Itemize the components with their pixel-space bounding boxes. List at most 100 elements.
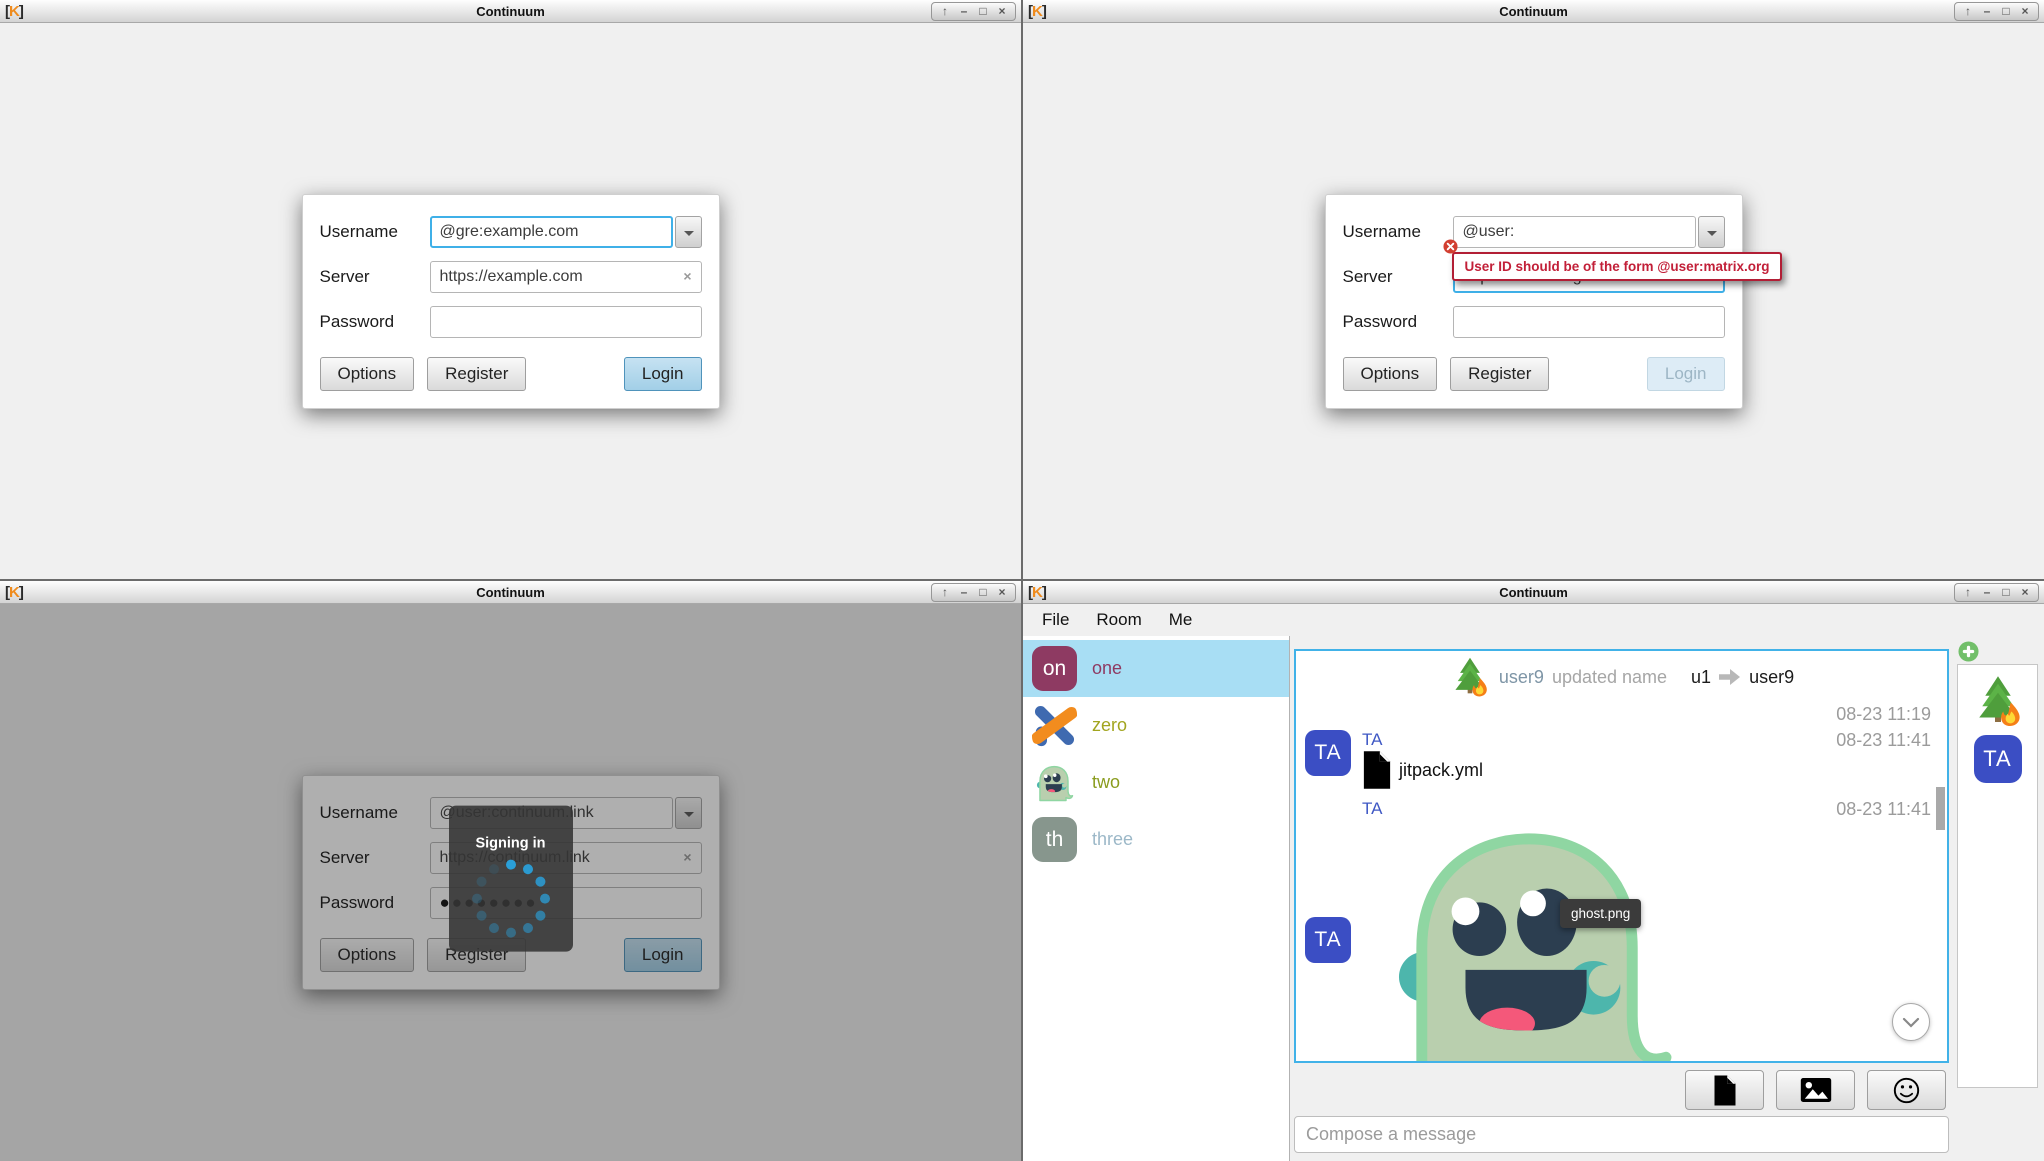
username-input[interactable] [430,216,673,248]
scroll-to-bottom-button[interactable] [1892,1003,1930,1041]
menu-bar: File Room Me [1023,604,2044,636]
maximize-button[interactable]: □ [1998,584,2014,601]
register-button[interactable]: Register [427,357,526,391]
password-label: Password [1343,312,1453,332]
password-input[interactable] [1453,306,1725,338]
titlebar[interactable]: [K] Continuum ↑ – □ × [1023,0,2044,23]
invite-member-button[interactable] [1958,641,1979,662]
clear-server-icon[interactable]: × [683,268,691,284]
menu-room[interactable]: Room [1096,610,1141,630]
close-button[interactable]: × [2017,584,2033,601]
options-button[interactable]: Options [1343,357,1438,391]
message-image: TA TA ghost.png 08-23 11:41 [1296,799,1947,1063]
message-timestamp: 08-23 11:41 [1836,799,1935,820]
close-button[interactable]: × [994,3,1010,20]
maximize-button[interactable]: □ [975,584,991,601]
member-avatar-tree-fire-icon[interactable] [1971,674,2025,728]
message-sender: TA [1362,799,1836,819]
image-icon [1800,1077,1832,1103]
file-name: jitpack.yml [1399,760,1483,781]
room-avatar-ghost-icon [1032,760,1077,805]
login-body: Username Server × Password [0,604,1021,1161]
menu-me[interactable]: Me [1169,610,1193,630]
maximize-button[interactable]: □ [975,3,991,20]
file-attachment[interactable]: jitpack.yml [1362,751,1836,789]
window-title: Continuum [1023,585,2044,600]
error-tooltip: User ID should be of the form @user:matr… [1452,252,1783,281]
titlebar[interactable]: [K] Continuum ↑ – □ × [0,581,1021,604]
plus-icon [1958,641,1979,662]
event-action: updated name [1552,667,1667,688]
shade-button[interactable]: ↑ [937,584,953,601]
room-item-zero[interactable]: zero [1023,697,1289,754]
image-tooltip: ghost.png [1560,899,1641,928]
titlebar[interactable]: [K] Continuum ↑ – □ × [1023,581,2044,604]
server-input[interactable] [430,261,702,293]
room-list: on one zero two th three [1023,636,1290,1161]
window-controls: ↑ – □ × [1954,2,2039,21]
window-title: Continuum [0,4,1021,19]
password-label: Password [320,312,430,332]
username-input[interactable] [1453,216,1696,248]
send-file-button[interactable] [1685,1070,1764,1110]
room-label: one [1092,658,1122,679]
member-panel: TA [1954,636,2044,1161]
chat-column: user9 updated name u1 user9 08-23 11:19 … [1290,636,1954,1161]
chevron-down-icon [1902,1017,1920,1028]
attachment-toolbar [1294,1063,1949,1116]
event-new-name: user9 [1749,667,1794,688]
window-title: Continuum [0,585,1021,600]
window-controls: ↑ – □ × [931,583,1016,602]
room-avatar: th [1032,817,1077,862]
app-icon: [K] [1028,3,1046,20]
avatar[interactable]: TA [1305,730,1351,776]
member-avatar[interactable]: TA [1974,735,2022,783]
password-input[interactable] [430,306,702,338]
room-item-three[interactable]: th three [1023,811,1289,868]
room-label: three [1092,829,1133,850]
window-login-error: [K] Continuum ↑ – □ × Username Serve [1023,0,2044,579]
chat-timeline: user9 updated name u1 user9 08-23 11:19 … [1294,649,1949,1063]
shade-button[interactable]: ↑ [937,3,953,20]
menu-file[interactable]: File [1042,610,1069,630]
room-item-one[interactable]: on one [1023,640,1289,697]
avatar[interactable]: TA [1305,917,1351,963]
minimize-button[interactable]: – [956,3,972,20]
login-body: Username Server Password [1023,23,2044,579]
maximize-button[interactable]: □ [1998,3,2014,20]
name-change-event: user9 updated name u1 user9 [1296,651,1947,698]
register-button[interactable]: Register [1450,357,1549,391]
room-label: zero [1092,715,1127,736]
options-button[interactable]: Options [320,357,415,391]
emoji-button[interactable] [1867,1070,1946,1110]
shade-button[interactable]: ↑ [1960,584,1976,601]
username-dropdown-button[interactable] [1698,216,1725,248]
window-title: Continuum [1023,4,2044,19]
desktop: [K] Continuum ↑ – □ × Username Serve [0,0,2044,1161]
send-image-button[interactable] [1776,1070,1855,1110]
window-controls: ↑ – □ × [931,2,1016,21]
message-sender: TA [1362,730,1836,750]
tree-fire-avatar-icon [1449,656,1491,698]
chat-scrollbar-thumb[interactable] [1936,787,1945,830]
ghost-image[interactable] [1362,823,1700,1063]
username-dropdown-button[interactable] [675,216,702,248]
room-avatar: on [1032,646,1077,691]
image-attachment[interactable]: ghost.png [1362,823,1700,1063]
titlebar[interactable]: [K] Continuum ↑ – □ × [0,0,1021,23]
event-user: user9 [1499,667,1544,688]
username-label: Username [320,222,430,242]
shade-button[interactable]: ↑ [1960,3,1976,20]
close-button[interactable]: × [994,584,1010,601]
close-button[interactable]: × [2017,3,2033,20]
server-label: Server [1343,267,1453,287]
minimize-button[interactable]: – [1979,3,1995,20]
minimize-button[interactable]: – [1979,584,1995,601]
compose-input[interactable] [1294,1116,1949,1153]
room-item-two[interactable]: two [1023,754,1289,811]
minimize-button[interactable]: – [956,584,972,601]
app-icon: [K] [5,3,23,20]
room-avatar-k-logo-icon [1032,703,1077,748]
message-timestamp: 08-23 11:41 [1836,730,1935,751]
login-button[interactable]: Login [624,357,702,391]
